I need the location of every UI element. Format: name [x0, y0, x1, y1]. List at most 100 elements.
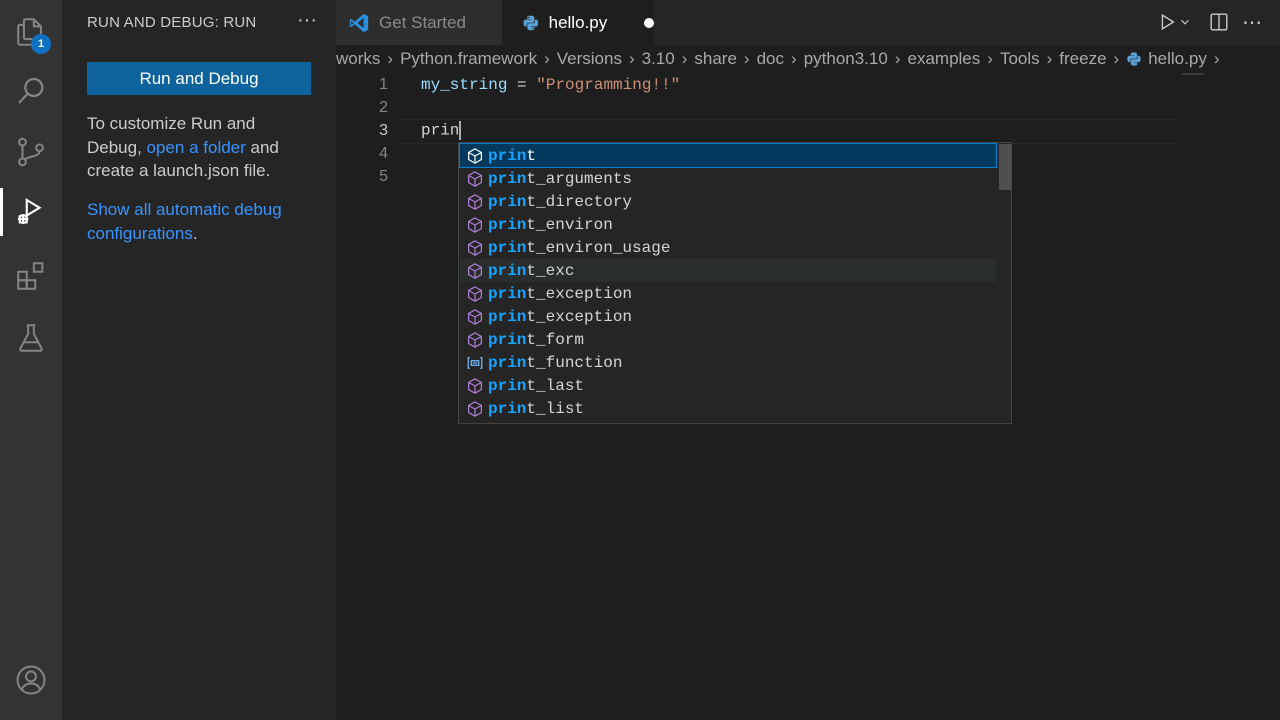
more-actions-icon[interactable]: ⋯ [1242, 10, 1262, 35]
breadcrumb-item[interactable]: share [694, 49, 737, 69]
activity-testing[interactable] [0, 310, 62, 366]
suggestion-match: prin [488, 261, 527, 280]
line-number: 5 [379, 167, 388, 185]
suggestion-rest: t_last [526, 376, 585, 395]
suggestion-item[interactable]: print_exc [460, 259, 996, 282]
line-number: 2 [379, 98, 388, 116]
suggestion-item[interactable]: print_list [460, 397, 996, 420]
chevron-right-icon: › [681, 49, 688, 68]
variable-icon [462, 354, 488, 372]
activity-search[interactable] [0, 63, 62, 119]
python-icon [1127, 52, 1141, 66]
suggestion-item[interactable]: print_exception [460, 282, 996, 305]
suggestion-item[interactable]: print_last [460, 374, 996, 397]
breadcrumb-item[interactable]: freeze [1059, 49, 1106, 69]
explorer-badge: 1 [31, 34, 51, 54]
run-and-debug-button[interactable]: Run and Debug [87, 62, 311, 95]
tab-label: Get Started [379, 12, 466, 32]
vscode-window: 1 RUN AND DEBUG: RUN ··· Run and Debug T… [0, 0, 1280, 720]
suggestion-rest: t_exc [526, 261, 575, 280]
suggestion-item[interactable]: print_function [460, 351, 996, 374]
chevron-right-icon: › [894, 49, 901, 68]
sidebar-title: RUN AND DEBUG: RUN [87, 14, 257, 31]
minimap[interactable] [1182, 73, 1204, 75]
suggestion-item[interactable]: print_exception [460, 305, 996, 328]
breadcrumb-item[interactable]: examples [908, 49, 981, 69]
activity-source-control[interactable] [0, 124, 62, 180]
suggestion-label: print_list [488, 400, 584, 418]
suggestions-scrollbar[interactable] [999, 144, 1011, 190]
code-line-current: 3 prin [336, 119, 1266, 142]
suggestion-label: print [488, 147, 536, 165]
testing-icon [19, 324, 43, 352]
suggestion-item[interactable]: print_environ [460, 213, 996, 236]
suggestion-item[interactable]: print_arguments [460, 167, 996, 190]
suggestion-item[interactable]: print_directory [460, 190, 996, 213]
suggestion-rest: t [526, 146, 537, 165]
run-dropdown-button[interactable] [1178, 15, 1192, 29]
tab-hello-py[interactable]: hello.py [502, 0, 654, 45]
run-and-debug-icon [18, 198, 42, 225]
breadcrumb-item[interactable]: Versions [557, 49, 622, 69]
breadcrumb-item[interactable]: doc [757, 49, 784, 69]
search-icon [18, 77, 44, 104]
chevron-right-icon: › [743, 49, 750, 68]
tab-get-started[interactable]: Get Started [336, 0, 502, 45]
module-icon [462, 285, 488, 303]
suggestion-match: prin [488, 192, 527, 211]
breadcrumb-item[interactable]: works [336, 49, 380, 69]
module-icon [462, 147, 488, 165]
activity-run-and-debug[interactable] [0, 184, 62, 240]
activity-bar: 1 [0, 0, 62, 720]
module-icon [462, 193, 488, 211]
module-icon [462, 170, 488, 188]
suggestion-label: print_arguments [488, 170, 632, 188]
suggestion-item[interactable]: print_environ_usage [460, 236, 996, 259]
chevron-down-icon [1181, 19, 1189, 25]
suggestion-item[interactable]: print_form [460, 328, 996, 351]
suggestion-rest: t_environ_usage [526, 238, 671, 257]
activity-extensions[interactable] [0, 248, 62, 304]
chevron-right-icon: › [987, 49, 993, 68]
show-configurations-link[interactable]: Show all automatic debug configurations [87, 200, 282, 243]
split-editor-icon [1210, 13, 1228, 31]
suggestion-label: print_exception [488, 285, 632, 303]
line-number: 3 [379, 121, 388, 139]
split-editor-button[interactable] [1208, 11, 1230, 33]
suggestion-rest: t_directory [526, 192, 633, 211]
suggestion-label: print_form [488, 331, 584, 349]
sidebar-description: To customize Run and Debug, open a folde… [87, 112, 312, 183]
suggestion-match: prin [488, 376, 527, 395]
breadcrumb: works › Python.framework › Versions › 3.10 ›… [336, 45, 1280, 73]
activity-explorer[interactable]: 1 [0, 4, 62, 60]
suggestion-match: prin [488, 215, 527, 234]
extensions-icon [17, 262, 44, 290]
module-icon [462, 377, 488, 395]
suggestion-label: print_exception [488, 308, 632, 326]
suggestion-label: print_last [488, 377, 584, 395]
chevron-right-icon: › [791, 49, 797, 68]
activity-accounts[interactable] [0, 652, 62, 708]
play-icon [1161, 13, 1175, 31]
string-token: "Programming!!" [536, 75, 681, 94]
run-python-file-button[interactable] [1156, 11, 1178, 33]
editor-actions: ⋯ [1156, 10, 1262, 34]
breadcrumb-item[interactable]: 3.10 [642, 49, 675, 69]
chevron-right-icon: › [544, 49, 550, 68]
unsaved-dot-icon[interactable] [644, 17, 654, 28]
suggestion-label: print_environ [488, 216, 613, 234]
configs-period: . [192, 223, 198, 243]
breadcrumb-item[interactable]: Tools [1000, 49, 1040, 69]
suggestion-label: print_exc [488, 262, 574, 280]
more-actions-button[interactable]: ··· [294, 9, 320, 35]
chevron-right-icon: › [387, 49, 394, 68]
breadcrumb-item[interactable]: Python.framework [400, 49, 537, 69]
breadcrumb-file[interactable]: hello.py [1148, 49, 1207, 69]
open-folder-link[interactable]: open a folder [147, 138, 246, 157]
autocomplete-suggestions: print print_arguments print_directory print… [458, 142, 1012, 424]
suggestion-item[interactable]: print [459, 143, 997, 168]
chevron-right-icon: › [1213, 49, 1220, 68]
variable-token: my_string [421, 75, 508, 94]
suggestion-rest: t_arguments [526, 169, 633, 188]
breadcrumb-item[interactable]: python3.10 [804, 49, 888, 69]
